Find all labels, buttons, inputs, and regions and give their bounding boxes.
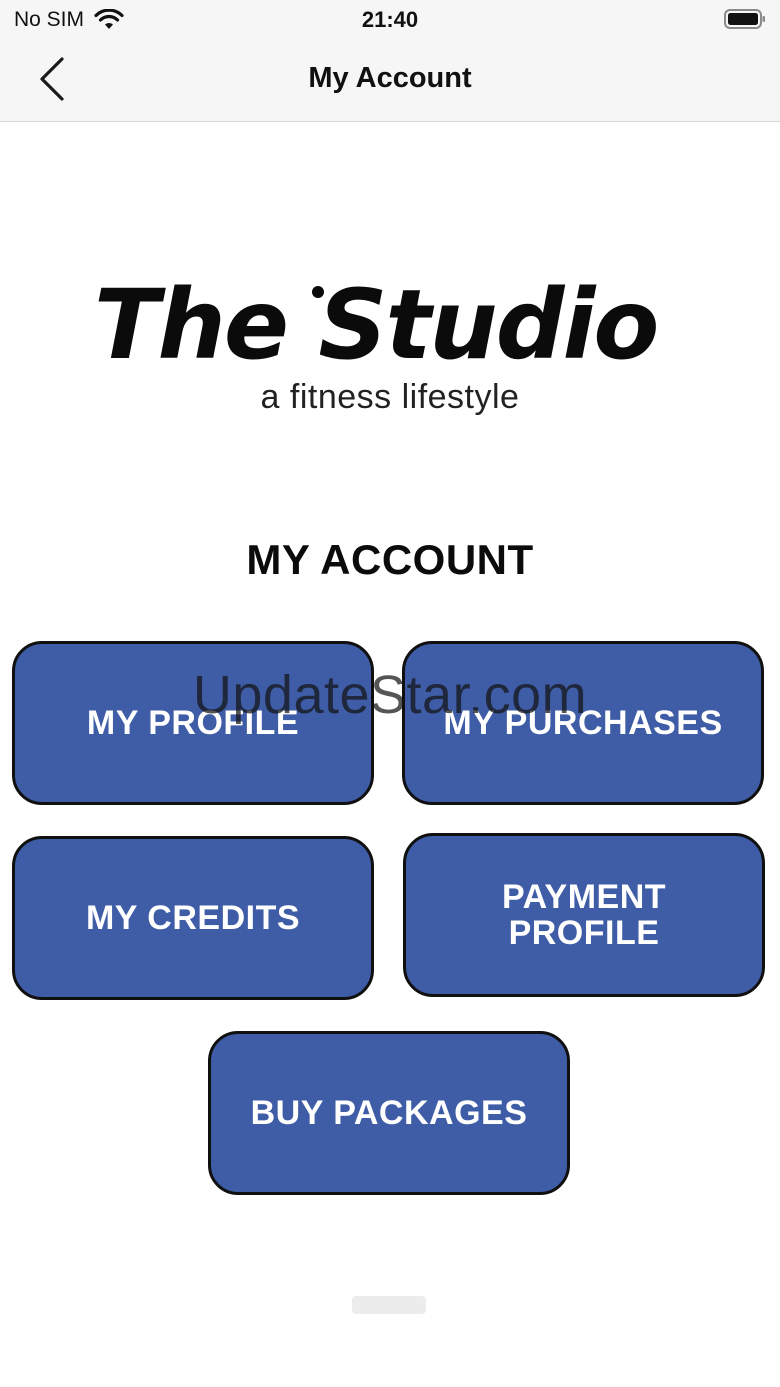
payment-profile-button[interactable]: PAYMENT PROFILE xyxy=(403,833,765,997)
payment-profile-label: PAYMENT PROFILE xyxy=(502,879,666,951)
buy-packages-label: BUY PACKAGES xyxy=(250,1094,528,1132)
buy-packages-button[interactable]: BUY PACKAGES xyxy=(208,1031,570,1195)
my-profile-label: MY PROFILE xyxy=(86,704,300,742)
logo-wordmark: The Studio xyxy=(94,269,659,381)
payment-profile-label-line2: PROFILE xyxy=(508,914,660,952)
section-heading: MY ACCOUNT xyxy=(246,536,534,583)
my-credits-button[interactable]: MY CREDITS xyxy=(12,836,374,1000)
home-indicator[interactable] xyxy=(352,1296,426,1314)
status-bar: No SIM 21:40 xyxy=(0,0,780,40)
payment-profile-label-line1: PAYMENT xyxy=(501,878,667,916)
my-purchases-label: MY PURCHASES xyxy=(443,704,723,742)
battery-icon xyxy=(724,9,765,29)
status-time: 21:40 xyxy=(361,7,419,32)
account-screen: No SIM 21:40 My Account The Studio a fit… xyxy=(0,0,780,1387)
logo-dot xyxy=(312,286,324,298)
my-credits-label: MY CREDITS xyxy=(85,899,301,937)
my-profile-button[interactable]: MY PROFILE xyxy=(12,641,374,805)
logo-tagline: a fitness lifestyle xyxy=(260,378,520,416)
navigation-bar: My Account xyxy=(0,40,780,122)
my-purchases-button[interactable]: MY PURCHASES xyxy=(402,641,764,805)
page-title: My Account xyxy=(308,62,472,94)
studio-logo: The Studio a fitness lifestyle xyxy=(90,270,690,430)
